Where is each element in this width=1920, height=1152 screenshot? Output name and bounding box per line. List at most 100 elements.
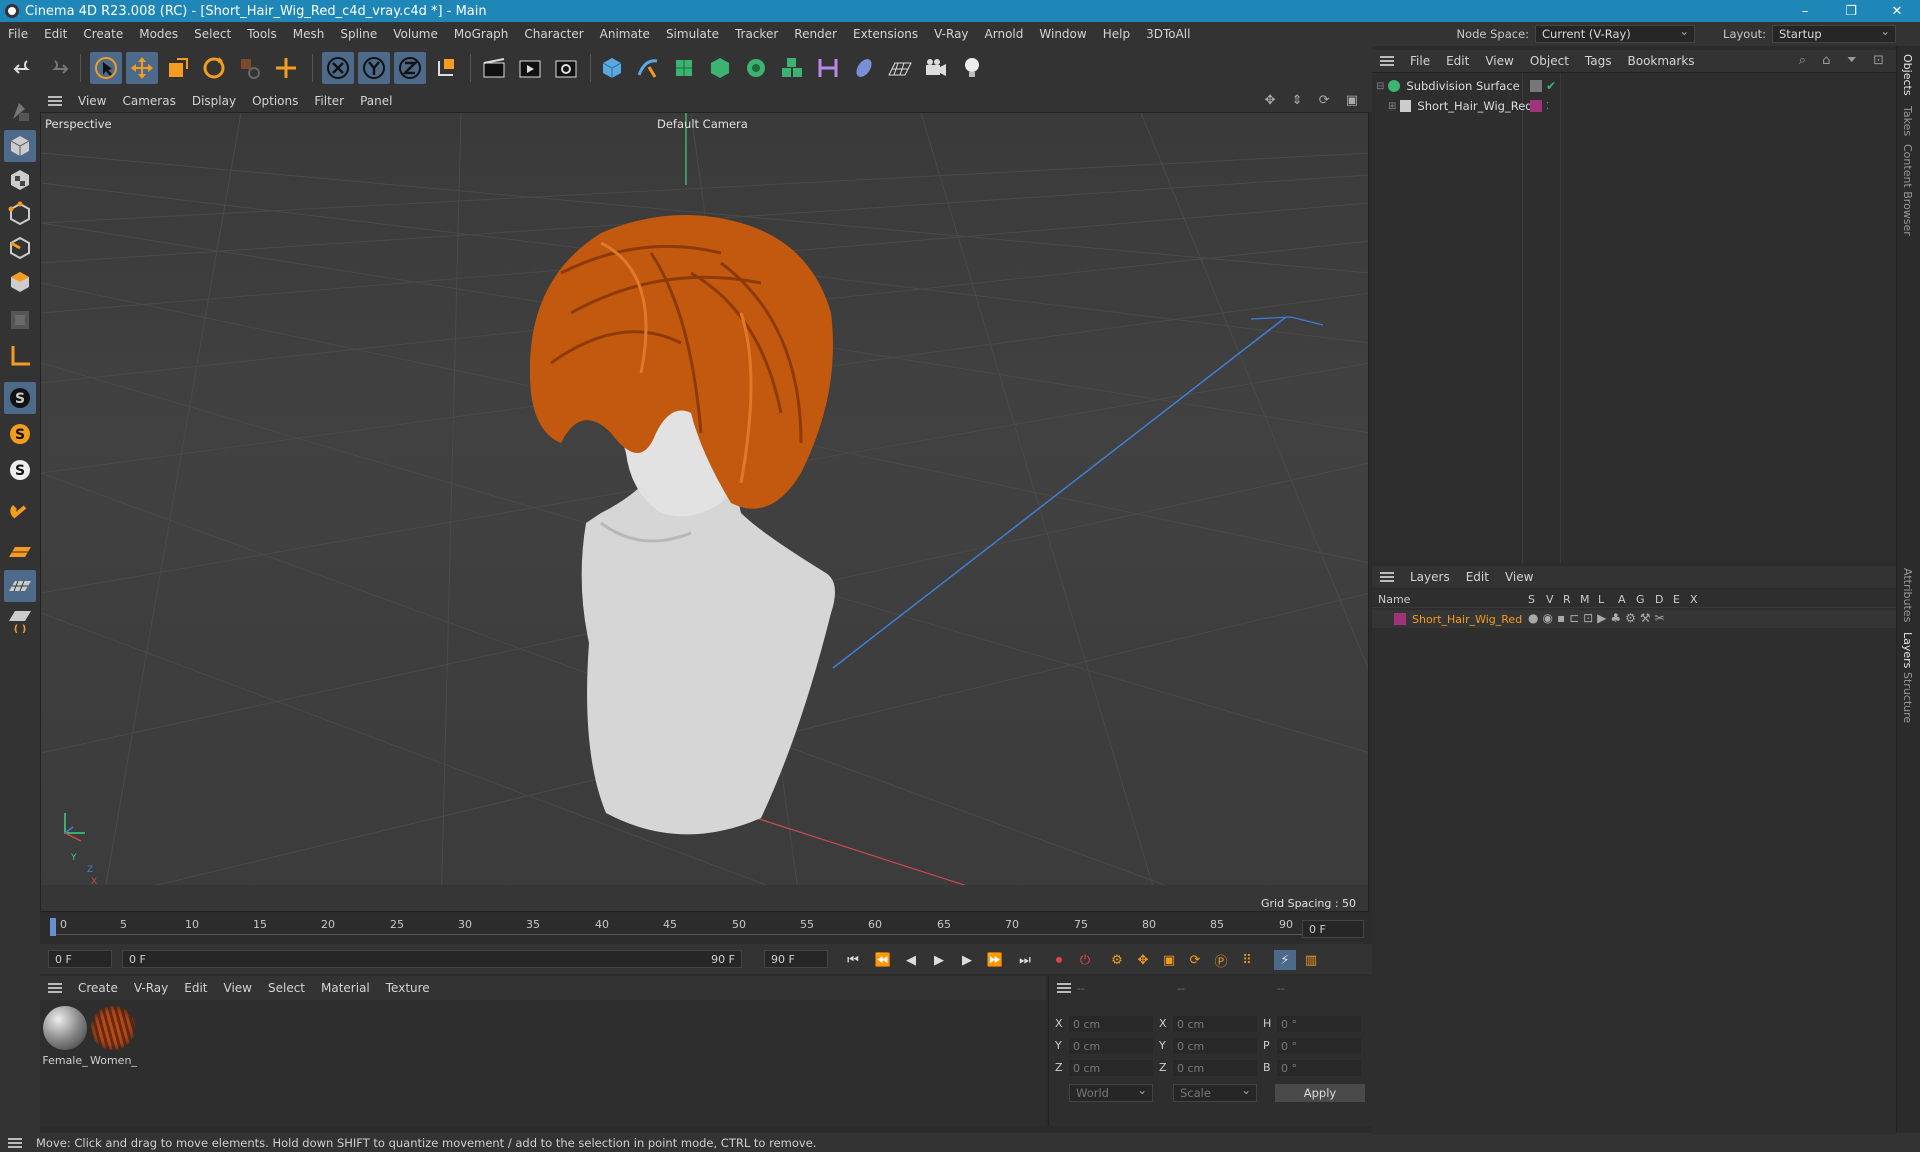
material-menu-texture[interactable]: Texture: [378, 981, 438, 995]
menu-3dtoall[interactable]: 3DToAll: [1138, 27, 1198, 41]
menu-file[interactable]: File: [0, 27, 36, 41]
layout-dropdown[interactable]: Startup: [1772, 24, 1896, 43]
coordinate-system-button[interactable]: [430, 52, 462, 84]
texture-mode-button[interactable]: [4, 164, 36, 196]
viewport-nav-icons[interactable]: ✥ ⇕ ⟳ ▣: [1265, 93, 1364, 108]
add-object-button[interactable]: [270, 52, 302, 84]
polygon-mode-button[interactable]: [4, 266, 36, 298]
layer-col-manager[interactable]: M: [1580, 593, 1590, 606]
objects-menu-object[interactable]: Object: [1522, 54, 1577, 68]
material-menu-vray[interactable]: V-Ray: [126, 981, 176, 995]
viewport-menu-filter[interactable]: Filter: [306, 94, 352, 108]
camera-label[interactable]: Default Camera: [657, 117, 748, 131]
previous-key-button[interactable]: ⏪: [872, 950, 894, 970]
menu-animate[interactable]: Animate: [592, 27, 658, 41]
redo-button[interactable]: [42, 52, 74, 84]
menu-modes[interactable]: Modes: [131, 27, 186, 41]
size-mode-dropdown[interactable]: Scale: [1173, 1083, 1257, 1102]
magnet-tool-button[interactable]: [4, 496, 36, 528]
layer-flag-icons[interactable]: ●◉▪⊏⊡▶♣⚙⚒✂: [1528, 611, 1669, 625]
tab-layers[interactable]: Layers: [1901, 632, 1914, 668]
undo-button[interactable]: [8, 52, 40, 84]
viewport-menu-options[interactable]: Options: [244, 94, 306, 108]
menu-window[interactable]: Window: [1031, 27, 1094, 41]
rotation-h-field[interactable]: 0 °: [1277, 1016, 1361, 1032]
menu-select[interactable]: Select: [186, 27, 239, 41]
point-mode-button[interactable]: [4, 198, 36, 230]
recent-tool-button[interactable]: [234, 52, 266, 84]
layer-col-solo[interactable]: S: [1528, 593, 1535, 606]
materials-hamburger-icon[interactable]: [48, 983, 62, 993]
tab-takes[interactable]: Takes: [1901, 106, 1914, 136]
layer-col-generators[interactable]: G: [1636, 593, 1645, 606]
z-axis-button[interactable]: [394, 52, 426, 84]
tab-attributes[interactable]: Attributes: [1901, 568, 1914, 622]
perspective-viewport[interactable]: Perspective Default Camera Grid Spacing …: [40, 112, 1369, 912]
cloner-button[interactable]: [740, 52, 772, 84]
go-to-start-button[interactable]: ⏮: [842, 950, 864, 970]
snap-mode-button[interactable]: S: [4, 454, 36, 486]
menu-render[interactable]: Render: [786, 27, 845, 41]
restore-button[interactable]: ❐: [1828, 0, 1874, 22]
rotation-b-field[interactable]: 0 °: [1277, 1060, 1361, 1076]
enabled-check-icon[interactable]: ✔: [1546, 79, 1556, 93]
viewport-hamburger-icon[interactable]: [48, 96, 62, 106]
material-menu-edit[interactable]: Edit: [176, 981, 215, 995]
scheme-button[interactable]: ⚡: [1274, 950, 1296, 970]
collapse-icon[interactable]: ⊟: [1376, 81, 1384, 92]
menu-arnold[interactable]: Arnold: [977, 27, 1032, 41]
menu-help[interactable]: Help: [1095, 27, 1138, 41]
menu-edit[interactable]: Edit: [36, 27, 75, 41]
locked-workplane-button[interactable]: ( ): [4, 604, 36, 636]
position-y-field[interactable]: 0 cm: [1069, 1038, 1153, 1054]
key-parameter-button[interactable]: Ⓟ: [1210, 950, 1232, 970]
size-z-field[interactable]: 0 cm: [1173, 1060, 1257, 1076]
close-button[interactable]: ✕: [1874, 0, 1920, 22]
layers-menu-edit[interactable]: Edit: [1458, 570, 1497, 584]
deformer-button[interactable]: [812, 52, 844, 84]
key-scale-button[interactable]: ▣: [1158, 950, 1180, 970]
material-item[interactable]: Women_: [90, 1006, 137, 1067]
layer-col-render[interactable]: R: [1563, 593, 1571, 606]
menu-spline[interactable]: Spline: [332, 27, 385, 41]
uv-mode-button[interactable]: [4, 304, 36, 336]
apply-button[interactable]: Apply: [1275, 1084, 1365, 1102]
play-button[interactable]: ▶: [928, 950, 950, 970]
key-selection-button[interactable]: ⚙: [1106, 950, 1128, 970]
timeline-window-button[interactable]: ▥: [1300, 950, 1322, 970]
material-menu-material[interactable]: Material: [313, 981, 378, 995]
layer-col-expressions[interactable]: E: [1673, 593, 1680, 606]
layer-col-locked[interactable]: L: [1598, 593, 1604, 606]
objects-menu-file[interactable]: File: [1402, 54, 1438, 68]
node-space-dropdown[interactable]: Current (V-Ray): [1535, 24, 1696, 43]
objects-menu-bookmarks[interactable]: Bookmarks: [1620, 54, 1703, 68]
material-item[interactable]: Female_: [42, 1006, 88, 1067]
key-pla-button[interactable]: ⠿: [1236, 950, 1258, 970]
go-to-end-button[interactable]: ⏭: [1014, 950, 1036, 970]
key-position-button[interactable]: ✥: [1132, 950, 1154, 970]
frame-range-slider[interactable]: 0 F 90 F: [122, 950, 742, 968]
scale-tool-button[interactable]: [162, 52, 194, 84]
viewport-menu-view[interactable]: View: [70, 94, 114, 108]
status-hamburger-icon[interactable]: [8, 1137, 22, 1148]
mograph-button[interactable]: [776, 52, 808, 84]
layer-col-animation[interactable]: A: [1618, 593, 1626, 606]
tab-objects[interactable]: Objects: [1901, 54, 1914, 96]
menu-mesh[interactable]: Mesh: [285, 27, 333, 41]
viewport-menu-display[interactable]: Display: [184, 94, 244, 108]
size-x-field[interactable]: 0 cm: [1173, 1016, 1257, 1032]
next-frame-button[interactable]: ▶: [956, 950, 978, 970]
snap-button[interactable]: S: [4, 382, 36, 414]
make-editable-button[interactable]: [4, 96, 36, 128]
live-selection-button[interactable]: [90, 52, 122, 84]
coordinate-space-dropdown[interactable]: World: [1069, 1083, 1153, 1102]
cube-button[interactable]: [596, 52, 628, 84]
light-button[interactable]: [956, 52, 988, 84]
menu-create[interactable]: Create: [75, 27, 131, 41]
minimize-button[interactable]: –: [1782, 0, 1828, 22]
objects-menu-view[interactable]: View: [1477, 54, 1521, 68]
start-frame-field[interactable]: 0 F: [48, 950, 112, 968]
floor-button[interactable]: [884, 52, 916, 84]
menu-tools[interactable]: Tools: [239, 27, 285, 41]
x-axis-button[interactable]: [322, 52, 354, 84]
